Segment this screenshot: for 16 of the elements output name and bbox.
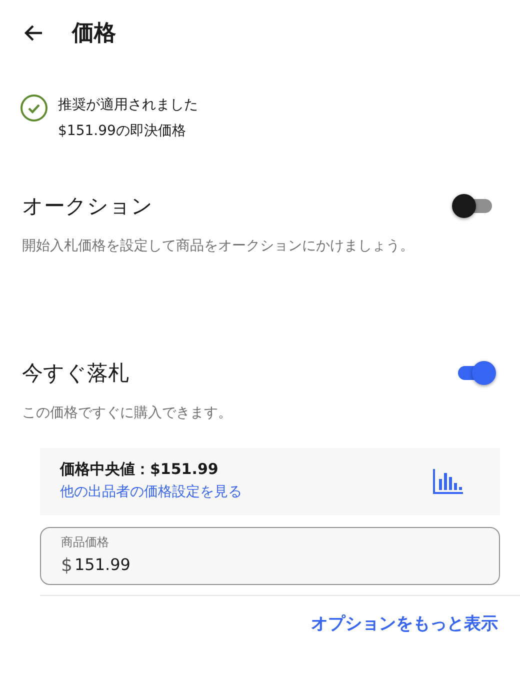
page-title: 価格	[72, 20, 116, 48]
median-price-text: 価格中央値：$151.99	[60, 460, 220, 479]
option-title: 今すぐ落札	[22, 360, 129, 387]
option-description: この価格ですぐに購入できます。	[22, 404, 233, 423]
price-input-field[interactable]: 商品価格 $151.99	[40, 527, 500, 585]
field-label: 商品価格	[61, 534, 110, 551]
field-value: 151.99	[74, 555, 130, 576]
option-title: オークション	[22, 193, 153, 220]
notice-text: $151.99の即決価格	[58, 122, 187, 140]
option-description: 開始入札価格を設定して商品をオークションにかけましょう。	[22, 237, 415, 256]
check-circle-icon	[20, 94, 48, 122]
see-other-sellers-link[interactable]: 他の出品者の価格設定を見る	[60, 483, 242, 501]
currency-symbol: $	[61, 555, 72, 576]
bar-chart-icon[interactable]	[432, 466, 464, 494]
show-more-options-link[interactable]: オプションをもっと表示	[311, 612, 498, 635]
notice-text: 推奨が適用されました	[58, 96, 198, 114]
